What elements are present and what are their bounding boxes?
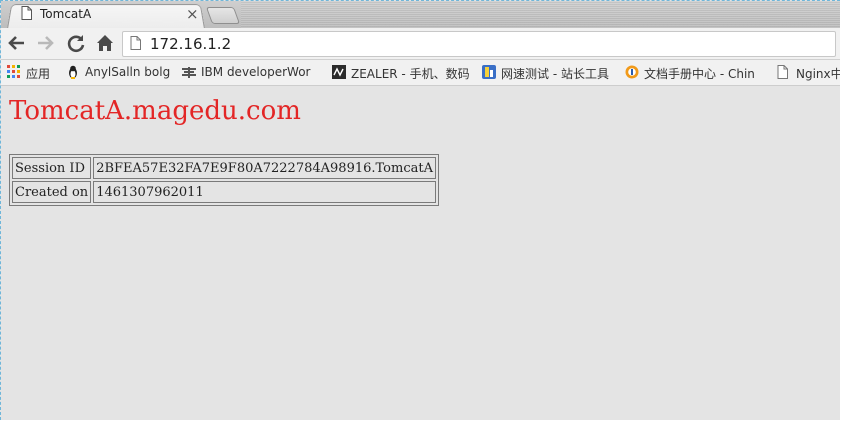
bookmarks-bar: 应用 AnylSalln bolg IBM developerWor ZEALE… <box>1 60 840 86</box>
browser-window: TomcatA × 172.16.1.2 应用 AnylSalln bolg I… <box>0 0 840 420</box>
tab-tomcata[interactable]: TomcatA × <box>19 5 205 23</box>
home-icon[interactable] <box>94 32 116 54</box>
session-id-value: 2BFEA57E32FA7E9F80A7222784A98916.TomcatA <box>93 157 436 179</box>
penguin-icon <box>66 65 80 79</box>
zealer-icon <box>332 65 346 79</box>
bookmark-label: Nginx中 <box>796 67 840 81</box>
new-tab-button[interactable] <box>205 7 241 24</box>
ibm-dev-icon <box>182 65 196 79</box>
back-arrow-icon[interactable] <box>6 32 28 54</box>
page-title: TomcatA.magedu.com <box>9 96 301 126</box>
bookmark-label: ZEALER - 手机、数码 <box>351 67 470 81</box>
bookmark-label: 应用 <box>26 67 51 81</box>
toolbar: 172.16.1.2 <box>1 28 840 60</box>
tab-strip: TomcatA × <box>1 1 840 28</box>
page-icon <box>777 65 791 79</box>
forward-arrow-icon[interactable] <box>34 32 56 54</box>
page-icon <box>130 36 141 50</box>
bookmark-label: 文档手册中心 - Chin <box>644 67 755 81</box>
apps-grid-icon <box>7 65 21 79</box>
session-id-label: Session ID <box>12 157 92 179</box>
bookmark-label: IBM developerWor <box>201 65 311 79</box>
tab-title: TomcatA <box>40 7 92 21</box>
session-table: Session ID 2BFEA57E32FA7E9F80A7222784A98… <box>9 154 439 206</box>
bookmark-label: AnylSalln bolg <box>85 65 171 79</box>
bookmark-apps[interactable]: 应用 <box>7 64 59 82</box>
bookmark-anylsalln[interactable]: AnylSalln bolg <box>66 64 176 82</box>
table-row: Created on 1461307962011 <box>12 181 436 203</box>
close-icon[interactable]: × <box>186 5 199 23</box>
docs-icon <box>625 65 639 79</box>
page-icon <box>21 6 32 20</box>
table-row: Session ID 2BFEA57E32FA7E9F80A7222784A98… <box>12 157 436 179</box>
bookmark-speedtest[interactable]: 网速测试 - 站长工具 <box>482 64 614 82</box>
url-text[interactable]: 172.16.1.2 <box>150 35 231 53</box>
created-on-label: Created on <box>12 181 92 203</box>
bookmark-nginx[interactable]: Nginx中 <box>777 64 840 82</box>
bookmark-label: 网速测试 - 站长工具 <box>501 67 609 81</box>
reload-icon[interactable] <box>65 32 87 54</box>
bookmark-docs-center[interactable]: 文档手册中心 - Chin <box>625 64 765 82</box>
bookmark-zealer[interactable]: ZEALER - 手机、数码 <box>332 64 470 82</box>
bookmark-ibm-developerworks[interactable]: IBM developerWor <box>182 64 320 82</box>
created-on-value: 1461307962011 <box>93 181 436 203</box>
speedtest-icon <box>482 65 496 79</box>
address-bar[interactable]: 172.16.1.2 <box>122 31 836 57</box>
page-content: TomcatA.magedu.com Session ID 2BFEA57E32… <box>1 86 840 420</box>
